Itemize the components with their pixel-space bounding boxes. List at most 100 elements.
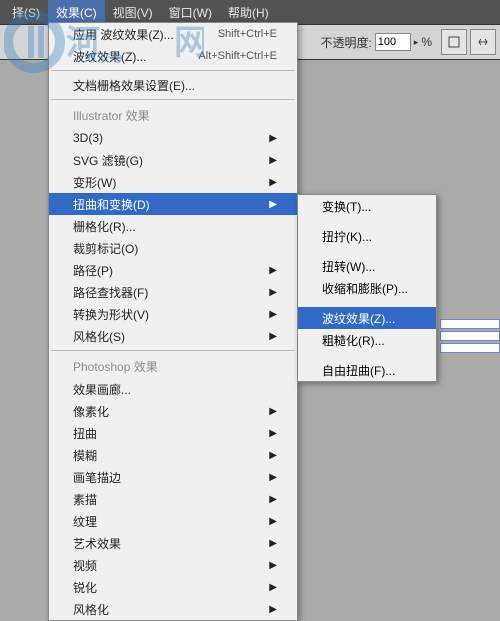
menu-item-label: 裁剪标记(O) xyxy=(73,240,277,257)
menu-item-apply-last[interactable]: 应用 波纹效果(Z)... Shift+Ctrl+E xyxy=(49,23,297,45)
canvas-selection-marks xyxy=(440,317,500,355)
submenu-item-1[interactable]: 扭拧(K)... xyxy=(298,225,436,247)
menu-item-label: 风格化 xyxy=(73,601,269,618)
menu-separator xyxy=(51,350,295,351)
selection-handle[interactable] xyxy=(440,319,500,329)
menu-item-label: 变形(W) xyxy=(73,174,269,191)
submenu-item-3[interactable]: 收缩和膨胀(P)... xyxy=(298,277,436,299)
menu-item-label: 扭曲 xyxy=(73,425,269,442)
selection-handle[interactable] xyxy=(440,343,500,353)
menu-item-doc-raster-settings[interactable]: 文档栅格效果设置(E)... xyxy=(49,74,297,96)
photoshop-effect-item-2[interactable]: 扭曲▶ xyxy=(49,422,297,444)
menubar-item-window[interactable]: 窗口(W) xyxy=(161,0,220,24)
submenu-arrow-icon: ▶ xyxy=(269,265,277,276)
submenu-arrow-icon: ▶ xyxy=(269,582,277,593)
illustrator-effect-item-8[interactable]: 转换为形状(V)▶ xyxy=(49,303,297,325)
submenu-item-0[interactable]: 变换(T)... xyxy=(298,195,436,217)
submenu-item-2[interactable]: 扭转(W)... xyxy=(298,255,436,277)
illustrator-effect-item-1[interactable]: SVG 滤镜(G)▶ xyxy=(49,149,297,171)
photoshop-effect-item-7[interactable]: 艺术效果▶ xyxy=(49,532,297,554)
submenu-arrow-icon: ▶ xyxy=(269,450,277,461)
submenu-arrow-icon: ▶ xyxy=(269,133,277,144)
toolbar-button-b[interactable] xyxy=(470,29,496,55)
photoshop-effect-item-0[interactable]: 效果画廊... xyxy=(49,378,297,400)
opacity-control: 不透明度: ▸ % xyxy=(320,29,496,55)
link-icon xyxy=(476,35,490,49)
menu-group-photoshop: Photoshop 效果 xyxy=(49,354,297,378)
photoshop-effect-item-6[interactable]: 纹理▶ xyxy=(49,510,297,532)
submenu-arrow-icon: ▶ xyxy=(269,155,277,166)
menu-item-label: 画笔描边 xyxy=(73,469,269,486)
menu-item-label: 收缩和膨胀(P)... xyxy=(322,280,416,297)
selection-handle[interactable] xyxy=(440,331,500,341)
photoshop-effect-item-8[interactable]: 视频▶ xyxy=(49,554,297,576)
submenu-arrow-icon: ▶ xyxy=(269,428,277,439)
menu-item-label: 波纹效果(Z)... xyxy=(73,48,198,65)
menu-item-label: 风格化(S) xyxy=(73,328,269,345)
menu-separator xyxy=(51,99,295,100)
submenu-arrow-icon: ▶ xyxy=(269,472,277,483)
menu-item-last-effect[interactable]: 波纹效果(Z)... Alt+Shift+Ctrl+E xyxy=(49,45,297,67)
menu-item-shortcut: Shift+Ctrl+E xyxy=(218,28,277,40)
illustrator-effect-item-9[interactable]: 风格化(S)▶ xyxy=(49,325,297,347)
menu-item-label: 波纹效果(Z)... xyxy=(322,310,416,327)
menu-item-label: 粗糙化(R)... xyxy=(322,332,416,349)
submenu-arrow-icon: ▶ xyxy=(269,287,277,298)
illustrator-effect-item-3[interactable]: 扭曲和变换(D)▶ xyxy=(49,193,297,215)
menu-item-label: 扭转(W)... xyxy=(322,258,416,275)
menu-item-label: 转换为形状(V) xyxy=(73,306,269,323)
menu-item-label: 扭曲和变换(D) xyxy=(73,196,269,213)
menu-item-label: 变换(T)... xyxy=(322,198,416,215)
submenu-item-6[interactable]: 自由扭曲(F)... xyxy=(298,359,436,381)
distort-transform-submenu: 变换(T)... 扭拧(K)... 扭转(W)... 收缩和膨胀(P)... 波纹效果(… xyxy=(297,194,437,382)
menu-item-label: 艺术效果 xyxy=(73,535,269,552)
main-menubar: 择(S) 效果(C) 视图(V) 窗口(W) 帮助(H) Br xyxy=(0,0,500,24)
menu-item-label: 路径查找器(F) xyxy=(73,284,269,301)
menu-item-label: 自由扭曲(F)... xyxy=(322,362,416,379)
menu-separator xyxy=(51,70,295,71)
submenu-arrow-icon: ▶ xyxy=(269,538,277,549)
menu-item-label: SVG 滤镜(G) xyxy=(73,152,269,169)
opacity-suffix: % xyxy=(421,35,432,49)
menu-group-illustrator: Illustrator 效果 xyxy=(49,103,297,127)
photoshop-effect-item-1[interactable]: 像素化▶ xyxy=(49,400,297,422)
menubar-item-effects[interactable]: 效果(C) xyxy=(48,0,105,24)
submenu-arrow-icon: ▶ xyxy=(269,199,277,210)
submenu-item-4[interactable]: 波纹效果(Z)... xyxy=(298,307,436,329)
menubar-item-view[interactable]: 视图(V) xyxy=(105,0,161,24)
illustrator-effect-item-4[interactable]: 栅格化(R)... xyxy=(49,215,297,237)
menu-item-label: 3D(3) xyxy=(73,131,269,145)
opacity-input[interactable] xyxy=(375,33,411,51)
effects-menu: 应用 波纹效果(Z)... Shift+Ctrl+E 波纹效果(Z)... Al… xyxy=(48,22,298,621)
photoshop-effect-item-10[interactable]: 风格化▶ xyxy=(49,598,297,620)
illustrator-effect-item-5[interactable]: 裁剪标记(O) xyxy=(49,237,297,259)
illustrator-effect-item-6[interactable]: 路径(P)▶ xyxy=(49,259,297,281)
menu-item-label: 路径(P) xyxy=(73,262,269,279)
toolbar-button-a[interactable] xyxy=(441,29,467,55)
photoshop-effect-item-4[interactable]: 画笔描边▶ xyxy=(49,466,297,488)
menu-item-label: 素描 xyxy=(73,491,269,508)
menubar-item-select[interactable]: 择(S) xyxy=(4,0,48,24)
menubar-item-help[interactable]: 帮助(H) xyxy=(220,0,277,24)
submenu-arrow-icon: ▶ xyxy=(269,309,277,320)
illustrator-effect-item-2[interactable]: 变形(W)▶ xyxy=(49,171,297,193)
illustrator-effect-item-0[interactable]: 3D(3)▶ xyxy=(49,127,297,149)
submenu-arrow-icon: ▶ xyxy=(269,494,277,505)
menu-item-label: 像素化 xyxy=(73,403,269,420)
menu-item-shortcut: Alt+Shift+Ctrl+E xyxy=(198,50,277,62)
photoshop-effect-item-3[interactable]: 模糊▶ xyxy=(49,444,297,466)
menu-item-label: 锐化 xyxy=(73,579,269,596)
menu-item-label: 栅格化(R)... xyxy=(73,218,277,235)
menu-item-label: 文档栅格效果设置(E)... xyxy=(73,77,277,94)
illustrator-effect-item-7[interactable]: 路径查找器(F)▶ xyxy=(49,281,297,303)
submenu-item-5[interactable]: 粗糙化(R)... xyxy=(298,329,436,351)
submenu-arrow-icon: ▶ xyxy=(269,604,277,615)
opacity-chevron-icon[interactable]: ▸ xyxy=(414,37,419,48)
menu-item-label: 模糊 xyxy=(73,447,269,464)
submenu-arrow-icon: ▶ xyxy=(269,516,277,527)
submenu-arrow-icon: ▶ xyxy=(269,406,277,417)
photoshop-effect-item-9[interactable]: 锐化▶ xyxy=(49,576,297,598)
photoshop-effect-item-5[interactable]: 素描▶ xyxy=(49,488,297,510)
opacity-label: 不透明度: xyxy=(320,34,371,51)
menu-item-label: 效果画廊... xyxy=(73,381,277,398)
